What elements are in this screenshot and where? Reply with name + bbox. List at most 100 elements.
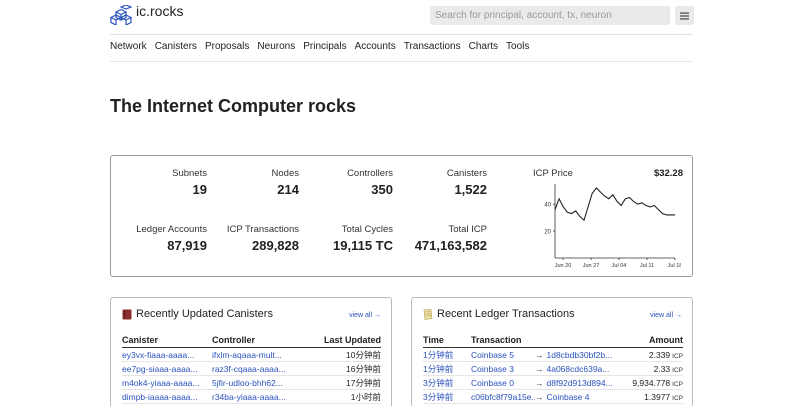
tx-unit: ICP xyxy=(672,352,683,360)
tx-unit: ICP xyxy=(672,380,683,388)
last-updated: 10分钟前 xyxy=(302,347,381,362)
tx-unit: ICP xyxy=(672,394,683,402)
controller-link[interactable]: ifxlm-aqaaa-mult... xyxy=(212,350,282,360)
last-updated: 16分钟前 xyxy=(302,361,381,376)
canisters-table: Canister Controller Last Updated ey3vx-f… xyxy=(122,335,381,404)
arrow-right-icon: → xyxy=(535,377,544,388)
view-all-canisters-link[interactable]: view all → xyxy=(349,312,381,319)
tx-amount: 2.339 xyxy=(648,349,671,360)
stats-panel: Subnets 19 Nodes 214 Controllers 350 Can… xyxy=(110,155,693,277)
stat-icp-transactions[interactable]: ICP Transactions 289,828 xyxy=(203,224,299,253)
icp-price-value: $32.28 xyxy=(653,168,683,179)
tx-to-link[interactable]: Coinbase 4 xyxy=(547,392,590,402)
nav-accounts[interactable]: Accounts xyxy=(355,41,396,55)
canister-link[interactable]: dimpb-iaaaa-aaaa... xyxy=(122,392,198,402)
stat-value: 87,919 xyxy=(167,238,207,253)
stat-value: 19 xyxy=(192,182,207,197)
search-input[interactable] xyxy=(430,6,670,25)
tx-amount: 9,934.778 xyxy=(632,377,671,388)
stat-total-cycles[interactable]: Total Cycles 19,115 TC xyxy=(297,224,393,253)
canister-link[interactable]: m4ok4-yiaaa-aaaa... xyxy=(122,378,200,388)
recent-canisters-panel: Recently Updated Canisters view all → Ca… xyxy=(110,297,392,406)
ledger-icon xyxy=(423,308,433,320)
tx-from-link[interactable]: Coinbase 3 xyxy=(471,364,535,374)
nav-proposals[interactable]: Proposals xyxy=(205,41,249,55)
icp-price-chart[interactable]: 20 40 Jun 20 Jun 27 Jul 04 Jul 11 Jul 18 xyxy=(531,182,681,270)
stat-canisters[interactable]: Canisters 1,522 xyxy=(391,168,487,197)
tx-to-link[interactable]: 1d8cbdb30bf2b... xyxy=(547,350,613,360)
stat-label: Nodes xyxy=(271,168,299,179)
stat-label: Total Cycles xyxy=(341,224,393,235)
tx-to-link[interactable]: 4a068cdc639a... xyxy=(547,364,610,374)
panel-title: Recently Updated Canisters xyxy=(122,308,273,320)
nav-network[interactable]: Network xyxy=(110,41,147,55)
stat-ledger-accounts[interactable]: Ledger Accounts 87,919 xyxy=(111,224,207,253)
menu-button[interactable] xyxy=(675,6,694,25)
y-tick-label: 20 xyxy=(544,230,551,236)
header: ic.rocks xyxy=(110,0,694,34)
tx-time-link[interactable]: 3分钟前 xyxy=(423,378,453,388)
arrow-right-icon: → xyxy=(535,391,544,402)
tx-from-link[interactable]: Coinbase 5 xyxy=(471,350,535,360)
canister-link[interactable]: ey3vx-fiaaa-aaaa... xyxy=(122,350,194,360)
stat-value: 471,163,582 xyxy=(414,238,487,253)
arrow-right-icon: → xyxy=(535,349,544,360)
panel-title-text: Recent Ledger Transactions xyxy=(437,308,575,320)
stat-value: 19,115 TC xyxy=(333,238,393,253)
panel-title-text: Recently Updated Canisters xyxy=(136,308,273,320)
tx-unit: ICP xyxy=(672,366,683,374)
table-row: ee7pg-siaaa-aaaa... raz3f-cqaaa-aaaa... … xyxy=(122,361,381,376)
hamburger-icon xyxy=(680,12,689,19)
x-tick-label: Jul 04 xyxy=(612,263,627,269)
nav-principals[interactable]: Principals xyxy=(303,41,346,55)
table-row: 1分钟前 Coinbase 3 → 4a068cdc639a... 2.33 ICP xyxy=(423,361,683,376)
tx-time-link[interactable]: 3分钟前 xyxy=(423,392,453,402)
nav-neurons[interactable]: Neurons xyxy=(257,41,295,55)
controller-link[interactable]: r34ba-yiaaa-aaaa... xyxy=(212,392,286,402)
table-row: 3分钟前 Coinbase 0 → d8f92d913d894... 9,934.7… xyxy=(423,375,683,390)
arrow-right-icon: → xyxy=(535,363,544,374)
site-logo[interactable] xyxy=(110,5,132,25)
tx-from-link[interactable]: c06bfc8f79a15e... xyxy=(471,392,535,402)
stat-label: Total ICP xyxy=(448,224,487,235)
site-name[interactable]: ic.rocks xyxy=(136,3,183,19)
x-tick-label: Jul 18 xyxy=(668,263,681,269)
main-nav: Network Canisters Proposals Neurons Prin… xyxy=(110,41,537,55)
controller-link[interactable]: 5jfir-udloo-bhh62... xyxy=(212,378,283,388)
column-header: Time xyxy=(423,335,471,348)
stat-subnets[interactable]: Subnets 19 xyxy=(111,168,207,197)
nav-transactions[interactable]: Transactions xyxy=(404,41,461,55)
x-tick-label: Jun 20 xyxy=(555,263,572,269)
panel-title: Recent Ledger Transactions xyxy=(423,308,575,320)
nav-tools[interactable]: Tools xyxy=(506,41,529,55)
stat-value: 289,828 xyxy=(252,238,299,253)
x-tick-label: Jul 11 xyxy=(640,263,654,269)
table-header-row: Time Transaction Amount xyxy=(423,335,683,348)
nav-divider xyxy=(110,61,693,62)
tx-time-link[interactable]: 1分钟前 xyxy=(423,364,453,374)
recent-ledger-panel: Recent Ledger Transactions view all → Ti… xyxy=(411,297,693,406)
stat-controllers[interactable]: Controllers 350 xyxy=(297,168,393,197)
nav-charts[interactable]: Charts xyxy=(469,41,498,55)
canister-link[interactable]: ee7pg-siaaa-aaaa... xyxy=(122,364,198,374)
y-tick-label: 40 xyxy=(544,203,551,209)
chart-title: ICP Price xyxy=(533,168,573,179)
view-all-transactions-link[interactable]: view all → xyxy=(650,312,682,319)
stat-nodes[interactable]: Nodes 214 xyxy=(203,168,299,197)
table-row: ey3vx-fiaaa-aaaa... ifxlm-aqaaa-mult... … xyxy=(122,347,381,362)
table-row: 3分钟前 c06bfc8f79a15e...→ Coinbase 4 1.3977… xyxy=(423,389,683,404)
nav-canisters[interactable]: Canisters xyxy=(155,41,197,55)
icp-chart-header: ICP Price $32.28 xyxy=(533,168,683,180)
tx-time-link[interactable]: 1分钟前 xyxy=(423,350,453,360)
column-header: Canister xyxy=(122,335,212,348)
stat-total-icp[interactable]: Total ICP 471,163,582 xyxy=(391,224,487,253)
tx-from-link[interactable]: Coinbase 0 xyxy=(471,378,535,388)
stat-label: Subnets xyxy=(172,168,207,179)
stat-label: Canisters xyxy=(446,168,487,179)
controller-link[interactable]: raz3f-cqaaa-aaaa... xyxy=(212,364,286,374)
stat-value: 350 xyxy=(371,182,393,197)
stat-label: Ledger Accounts xyxy=(136,224,207,235)
stat-label: Controllers xyxy=(347,168,393,179)
x-tick-label: Jun 27 xyxy=(583,263,600,269)
tx-to-link[interactable]: d8f92d913d894... xyxy=(547,378,613,388)
